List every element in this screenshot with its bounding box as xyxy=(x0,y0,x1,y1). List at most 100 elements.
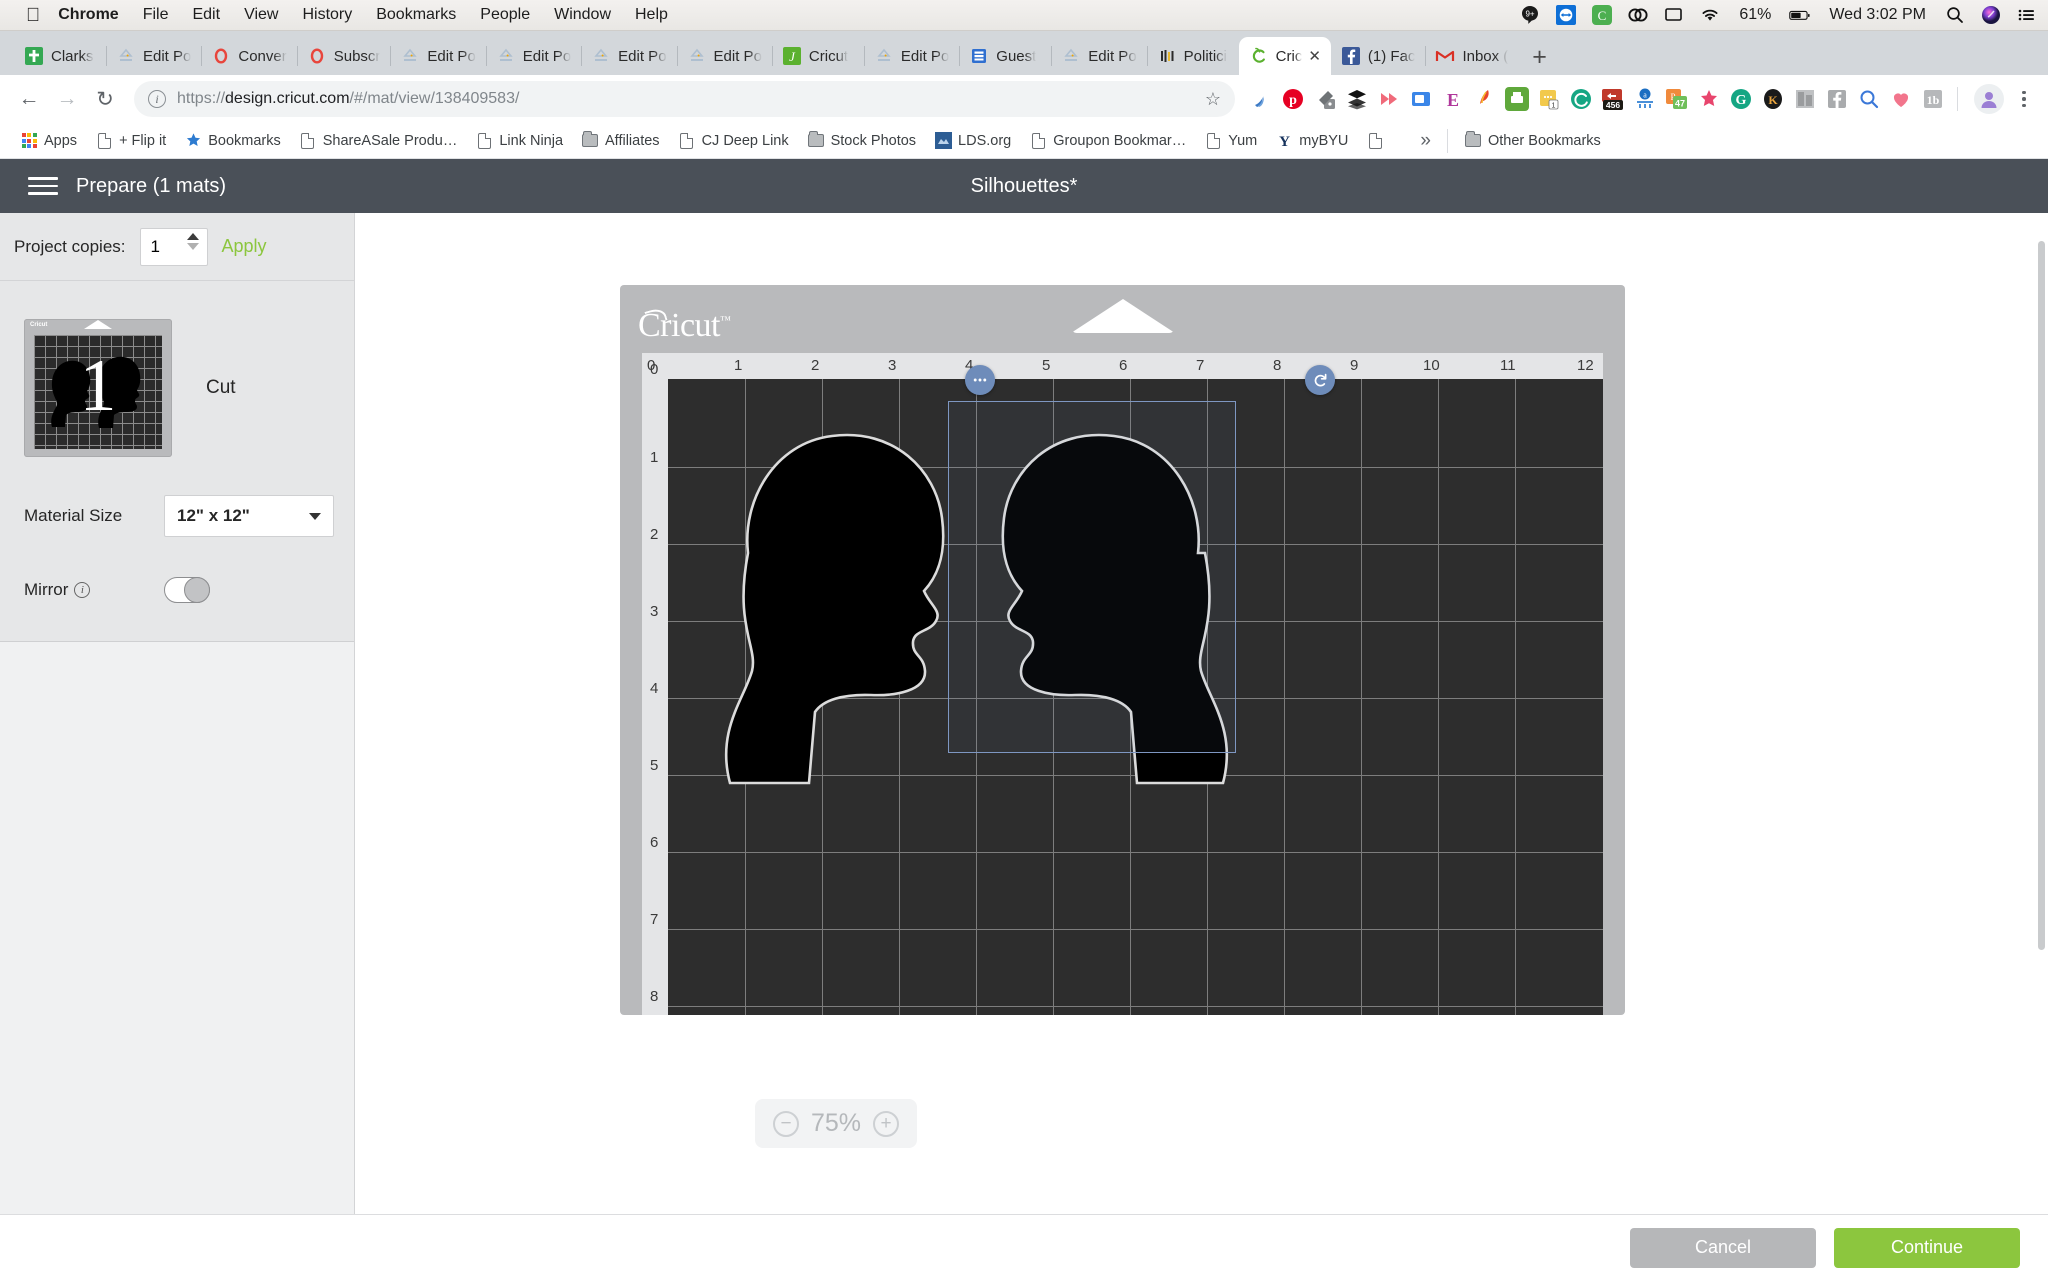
bookmark-lds-org[interactable]: LDS.org xyxy=(926,128,1019,154)
bookmark-yum[interactable]: Yum xyxy=(1196,128,1265,154)
silhouette-shape-left[interactable] xyxy=(688,393,988,793)
browser-tab-8[interactable]: J Cricut xyxy=(771,37,864,75)
stepper-arrows[interactable] xyxy=(186,232,199,250)
bookmark-mybyu[interactable]: Y myBYU xyxy=(1267,128,1356,154)
bookmark-shareasale[interactable]: ShareASale Produ… xyxy=(291,128,466,154)
scrollbar-thumb[interactable] xyxy=(2038,240,2045,950)
other-bookmarks-folder[interactable]: Other Bookmarks xyxy=(1456,128,1609,154)
browser-tab-5[interactable]: Edit Po xyxy=(485,37,581,75)
pink-star-icon[interactable] xyxy=(1695,85,1723,113)
printer-green-icon[interactable] xyxy=(1503,85,1531,113)
apple-menu-icon[interactable]:  xyxy=(26,6,40,25)
bookmark-bookmarks[interactable]: Bookmarks xyxy=(176,128,289,154)
stepper-down-icon[interactable] xyxy=(186,242,199,250)
layers-icon[interactable] xyxy=(1343,85,1371,113)
heart-icon[interactable] xyxy=(1887,85,1915,113)
browser-tab-9[interactable]: Edit Po xyxy=(863,37,959,75)
apply-button[interactable]: Apply xyxy=(222,236,267,257)
eyedropper-icon[interactable] xyxy=(1311,85,1339,113)
sticky-notes-icon[interactable]: 1 xyxy=(1535,85,1563,113)
browser-tab-0[interactable]: Clarks xyxy=(14,37,106,75)
mat-thumbnail[interactable]: Cricut 1 xyxy=(24,319,172,457)
cancel-button[interactable]: Cancel xyxy=(1630,1227,1816,1268)
forward-button[interactable]: → xyxy=(50,82,84,116)
browser-tab-7[interactable]: Edit Po xyxy=(676,37,772,75)
chrome-menu-icon[interactable] xyxy=(2012,90,2036,108)
bookmarks-overflow-button[interactable]: » xyxy=(1412,126,1439,156)
browser-tab-11[interactable]: Edit Po xyxy=(1051,37,1146,75)
zoom-out-button[interactable]: − xyxy=(773,1110,799,1137)
swift-icon[interactable] xyxy=(1247,85,1275,113)
info-icon[interactable]: i xyxy=(74,582,91,598)
menu-view[interactable]: View xyxy=(244,6,278,24)
menu-bookmarks[interactable]: Bookmarks xyxy=(376,6,456,24)
browser-tab-active-cricut[interactable]: Cric ✕ xyxy=(1238,37,1331,75)
bookmark-stock-photos[interactable]: Stock Photos xyxy=(799,128,924,154)
search-icon[interactable] xyxy=(1855,85,1883,113)
menu-chrome[interactable]: Chrome xyxy=(58,6,118,24)
grammarly-icon[interactable] xyxy=(1567,85,1595,113)
mat-canvas[interactable]: Cricut™ 0 1 2 3 4 5 6 7 8 9 10 11 12 0 1… xyxy=(355,213,2048,1214)
fast-forward-icon[interactable] xyxy=(1375,85,1403,113)
selection-bounding-box[interactable] xyxy=(948,401,1236,753)
wifi-icon[interactable] xyxy=(1699,4,1721,26)
continue-button[interactable]: Continue xyxy=(1834,1227,2020,1268)
grammarly-g-icon[interactable]: G xyxy=(1727,85,1755,113)
bookmark-star-icon[interactable]: ☆ xyxy=(1205,89,1221,110)
address-bar[interactable]: i https://design.cricut.com/#/mat/view/1… xyxy=(134,81,1235,117)
mat-grid-area[interactable] xyxy=(668,379,1603,1015)
bookmark-flip-it[interactable]: + Flip it xyxy=(87,128,174,154)
blue-note-icon[interactable] xyxy=(1407,85,1435,113)
menu-history[interactable]: History xyxy=(302,6,352,24)
browser-tab-1[interactable]: Edit Po xyxy=(106,37,201,75)
hamburger-menu-icon[interactable] xyxy=(28,177,58,195)
profile-avatar[interactable] xyxy=(1974,84,2004,114)
menu-window[interactable]: Window xyxy=(554,6,611,24)
creative-cloud-icon[interactable] xyxy=(1627,4,1649,26)
browser-tab-3[interactable]: Subscr xyxy=(296,37,391,75)
cutting-mat[interactable]: Cricut™ 0 1 2 3 4 5 6 7 8 9 10 11 12 0 1… xyxy=(620,285,1625,1015)
site-info-icon[interactable]: i xyxy=(148,90,166,108)
siri-icon[interactable] xyxy=(1980,4,2002,26)
zoom-control[interactable]: − 75% + xyxy=(755,1099,918,1148)
browser-tab-12[interactable]: Politici xyxy=(1146,37,1239,75)
bookmark-cj-deep-link[interactable]: CJ Deep Link xyxy=(670,128,797,154)
redirect-456-icon[interactable]: 456 xyxy=(1599,85,1627,113)
1b-icon[interactable]: 1b xyxy=(1919,85,1947,113)
rotate-handle[interactable] xyxy=(1305,365,1335,395)
canvas-scrollbar[interactable] xyxy=(2038,221,2045,1206)
project-copies-stepper[interactable]: 1 xyxy=(139,227,208,266)
alexa-icon[interactable]: a xyxy=(1631,85,1659,113)
hangouts-icon[interactable]: 9+ xyxy=(1519,4,1541,26)
bookmark-affiliates[interactable]: Affiliates xyxy=(573,128,668,154)
menu-file[interactable]: File xyxy=(143,6,169,24)
menu-bar-clock[interactable]: Wed 3:02 PM xyxy=(1829,6,1926,24)
menu-help[interactable]: Help xyxy=(635,6,668,24)
kingsoft-icon[interactable]: K xyxy=(1759,85,1787,113)
battery-icon[interactable] xyxy=(1789,4,1811,26)
bookmark-untitled[interactable] xyxy=(1358,128,1398,154)
feather-icon[interactable] xyxy=(1471,85,1499,113)
browser-tab-2[interactable]: Conver xyxy=(201,37,296,75)
browser-tab-15[interactable]: Inbox ( xyxy=(1425,37,1518,75)
stepper-up-icon[interactable] xyxy=(186,232,199,240)
facebook-gray-icon[interactable] xyxy=(1823,85,1851,113)
material-size-select[interactable]: 12" x 12" xyxy=(164,495,334,537)
bookmark-apps[interactable]: Apps xyxy=(12,128,85,154)
bookmark-link-ninja[interactable]: Link Ninja xyxy=(467,128,571,154)
browser-tab-14[interactable]: (1) Fac xyxy=(1331,37,1426,75)
pinterest-icon[interactable]: p xyxy=(1279,85,1307,113)
cricut-status-icon[interactable]: C xyxy=(1591,4,1613,26)
browser-tab-4[interactable]: Edit Po xyxy=(390,37,485,75)
gray-grid-icon[interactable] xyxy=(1791,85,1819,113)
back-button[interactable]: ← xyxy=(12,82,46,116)
bookmark-groupon[interactable]: Groupon Bookmar… xyxy=(1021,128,1194,154)
menu-edit[interactable]: Edit xyxy=(192,6,220,24)
new-tab-button[interactable]: + xyxy=(1532,45,1547,70)
mat-preview-card[interactable]: Cricut 1 Cut xyxy=(0,281,354,457)
reload-button[interactable]: ↻ xyxy=(88,82,122,116)
browser-tab-6[interactable]: Edit Po xyxy=(581,37,676,75)
browser-tab-10[interactable]: Guest xyxy=(959,37,1051,75)
page-47-icon[interactable]: P 47 xyxy=(1663,85,1691,113)
menu-people[interactable]: People xyxy=(480,6,530,24)
